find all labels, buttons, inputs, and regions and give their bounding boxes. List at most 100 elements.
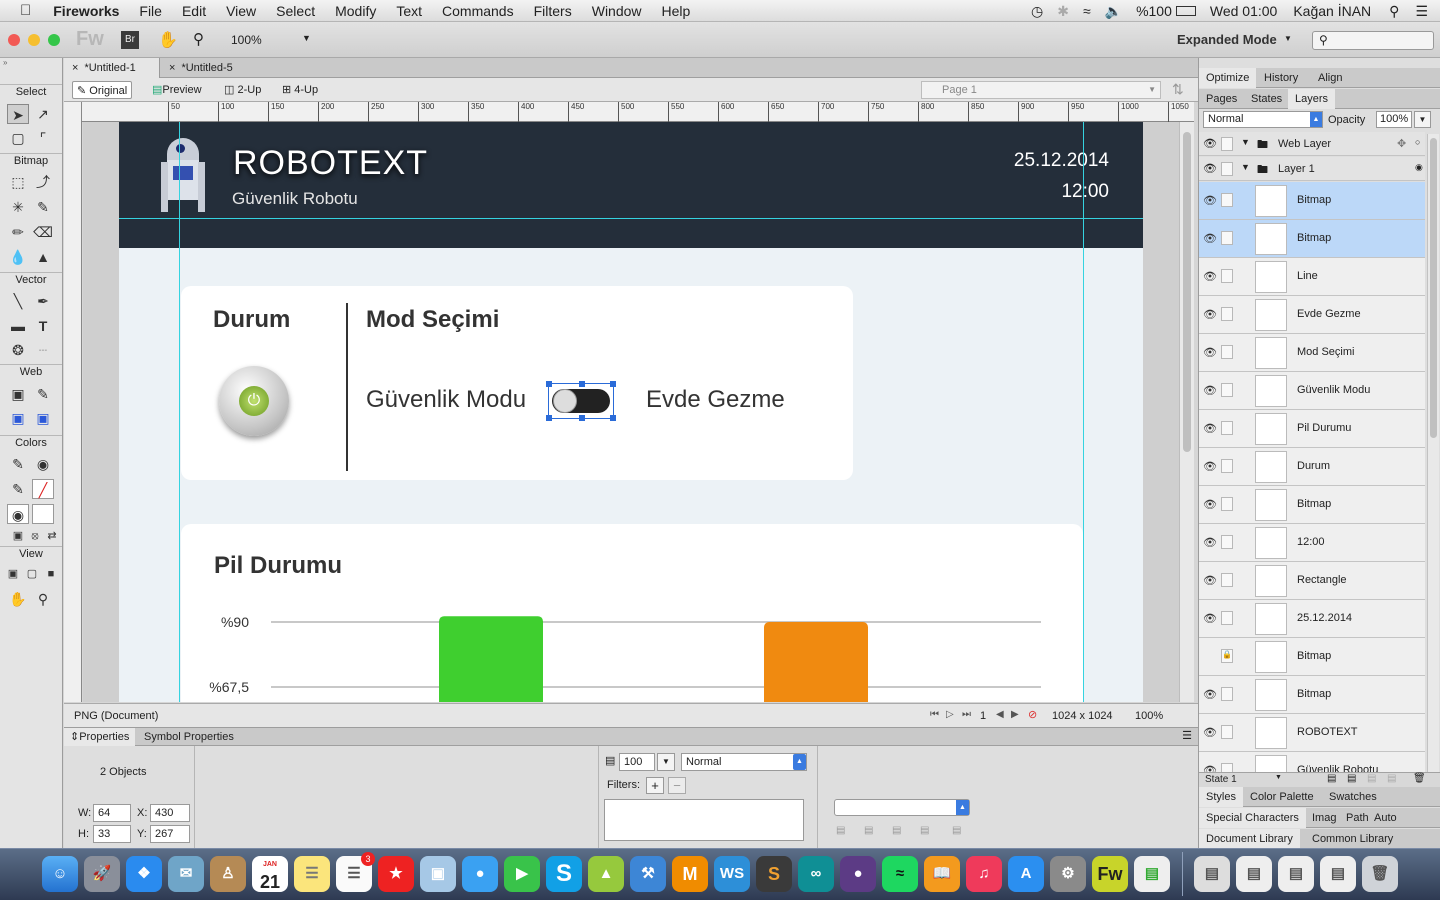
menu-window[interactable]: Window: [592, 3, 642, 19]
lock-toggle[interactable]: [1221, 162, 1233, 176]
next-frame-icon[interactable]: ▶: [1011, 709, 1019, 720]
power-button[interactable]: ⏻: [219, 366, 289, 436]
marquee-tool-icon[interactable]: ⬚: [7, 172, 29, 192]
mode-toggle-selection[interactable]: [546, 381, 616, 421]
rubber-stamp-icon[interactable]: ▲: [32, 247, 54, 267]
lock-toggle[interactable]: [1221, 763, 1233, 772]
layer-row[interactable]: 👁 Güvenlik Modu: [1199, 372, 1425, 410]
chart-app-icon[interactable]: ▤: [1134, 856, 1170, 892]
layer-opacity-dropdown-icon[interactable]: ▼: [1414, 111, 1431, 128]
zoom-tool-icon[interactable]: ⚲: [32, 589, 54, 609]
volume-icon[interactable]: 🔈: [1105, 3, 1122, 20]
state-select[interactable]: State 1: [1205, 774, 1237, 785]
expand-icon[interactable]: ▼: [1241, 137, 1250, 147]
minimize-window-button[interactable]: [28, 34, 40, 46]
ibooks-icon[interactable]: 📖: [924, 856, 960, 892]
bookmark-app-icon[interactable]: ★: [378, 856, 414, 892]
fill-color-icon[interactable]: ◉: [7, 504, 29, 524]
panel-menu-icon[interactable]: ☰: [1182, 729, 1192, 742]
pencil-tool-icon[interactable]: ✏: [7, 222, 29, 242]
lock-toggle[interactable]: [1221, 307, 1233, 321]
zoom-level[interactable]: 100%: [231, 33, 262, 47]
menu-modify[interactable]: Modify: [335, 3, 376, 19]
eye-icon[interactable]: 👁: [1203, 612, 1217, 625]
skype-icon[interactable]: S: [546, 856, 582, 892]
tab-align[interactable]: Align: [1311, 68, 1349, 88]
battery-percent[interactable]: %100: [1136, 3, 1172, 19]
full-screen-icon[interactable]: ■: [40, 564, 62, 584]
panel-collapse-icon[interactable]: »: [0, 58, 62, 68]
tab-swatches[interactable]: Swatches: [1322, 787, 1384, 807]
lock-toggle[interactable]: [1221, 725, 1233, 739]
scroll-thumb[interactable]: [1183, 132, 1191, 452]
web-layer-row[interactable]: 👁 ▼ 🖿 Web Layer ✥ ○: [1199, 132, 1425, 156]
expand-icon[interactable]: ▼: [1241, 162, 1250, 172]
layer-row[interactable]: 👁 Rectangle: [1199, 562, 1425, 600]
eyedropper-tool-icon[interactable]: ✎: [7, 454, 29, 474]
layer-row[interactable]: 👁 Bitmap: [1199, 676, 1425, 714]
layer-target-icon[interactable]: ◉: [1415, 162, 1423, 173]
opacity-dropdown-icon[interactable]: ▼: [657, 753, 675, 771]
timemachine-icon[interactable]: ◷: [1031, 3, 1043, 20]
lasso-tool-icon[interactable]: ⤴: [32, 172, 54, 192]
filters-list[interactable]: [604, 799, 804, 841]
menu-filters[interactable]: Filters: [534, 3, 572, 19]
menu-edit[interactable]: Edit: [182, 3, 206, 19]
android-studio-icon[interactable]: ▲: [588, 856, 624, 892]
messages-icon[interactable]: ●: [462, 856, 498, 892]
hand-icon[interactable]: ✋: [158, 30, 178, 50]
tab-common-library[interactable]: Common Library: [1305, 829, 1400, 849]
blur-tool-icon[interactable]: 💧: [7, 247, 29, 267]
layer-target-icon[interactable]: ○: [1415, 137, 1420, 147]
eye-icon[interactable]: 👁: [1203, 422, 1217, 435]
tab-document-library[interactable]: Document Library: [1199, 829, 1300, 849]
layers-scrollbar[interactable]: [1427, 134, 1439, 772]
document-stack-icon[interactable]: ▤: [1236, 856, 1272, 892]
blend-mode-select[interactable]: Normal: [681, 753, 807, 771]
folder-stack-icon[interactable]: ▤: [1320, 856, 1356, 892]
lock-toggle[interactable]: [1221, 345, 1233, 359]
canvas-scrollbar[interactable]: [1179, 122, 1194, 702]
menu-app[interactable]: Fireworks: [53, 3, 119, 19]
text-tool-icon[interactable]: T: [32, 316, 54, 336]
itunes-icon[interactable]: ♫: [966, 856, 1002, 892]
layer-opacity-input[interactable]: 100%: [1376, 111, 1412, 128]
swap-colors-icon[interactable]: ⇄: [41, 526, 63, 546]
mamp-icon[interactable]: M: [672, 856, 708, 892]
line-tool-icon[interactable]: ╲: [7, 291, 29, 311]
eye-icon[interactable]: 👁: [1203, 498, 1217, 511]
lock-toggle[interactable]: [1221, 611, 1233, 625]
play-icon[interactable]: ▷: [946, 709, 954, 720]
xcode-icon[interactable]: ⚒: [630, 856, 666, 892]
align-right-icon[interactable]: ▤: [892, 825, 901, 836]
brush-tool-icon[interactable]: ✎: [32, 197, 54, 217]
layer-row[interactable]: 👁 Line: [1199, 258, 1425, 296]
layer-row[interactable]: 👁 12:00: [1199, 524, 1425, 562]
first-frame-icon[interactable]: ⏮: [930, 709, 939, 720]
layer-row[interactable]: 👁 Bitmap: [1199, 220, 1425, 258]
eye-icon[interactable]: 👁: [1203, 194, 1217, 207]
y-input[interactable]: 267: [150, 825, 190, 843]
applications-stack-icon[interactable]: ▤: [1278, 856, 1314, 892]
width-input[interactable]: 64: [93, 804, 131, 822]
tab-color-palette[interactable]: Color Palette: [1243, 787, 1321, 807]
crop-tool-icon[interactable]: ⌜: [32, 128, 54, 148]
layer-row[interactable]: 👁 Pil Durumu: [1199, 410, 1425, 448]
menu-select[interactable]: Select: [276, 3, 315, 19]
doc-zoom[interactable]: 100%: [1135, 710, 1163, 722]
page-select[interactable]: Page 1 ▼: [921, 81, 1161, 99]
hotspot-tool-icon[interactable]: ▣: [7, 384, 29, 404]
close-tab-icon[interactable]: ×: [169, 62, 175, 74]
scale-tool-icon[interactable]: ▢: [7, 128, 29, 148]
freeform-tool-icon[interactable]: ❂: [7, 340, 29, 360]
eye-icon[interactable]: 👁: [1203, 764, 1217, 772]
layer-row[interactable]: 👁 ROBOTEXT: [1199, 714, 1425, 752]
notes-icon[interactable]: ☰: [294, 856, 330, 892]
layer-row[interactable]: 👁 Durum: [1199, 448, 1425, 486]
tab-auto-shape[interactable]: Auto: [1367, 808, 1404, 828]
align-left-icon[interactable]: ▤: [836, 825, 845, 836]
layer-row[interactable]: 👁 Bitmap: [1199, 182, 1425, 220]
close-tab-icon[interactable]: ×: [72, 62, 78, 74]
app-store-icon[interactable]: A: [1008, 856, 1044, 892]
tab-states[interactable]: States: [1244, 89, 1289, 109]
